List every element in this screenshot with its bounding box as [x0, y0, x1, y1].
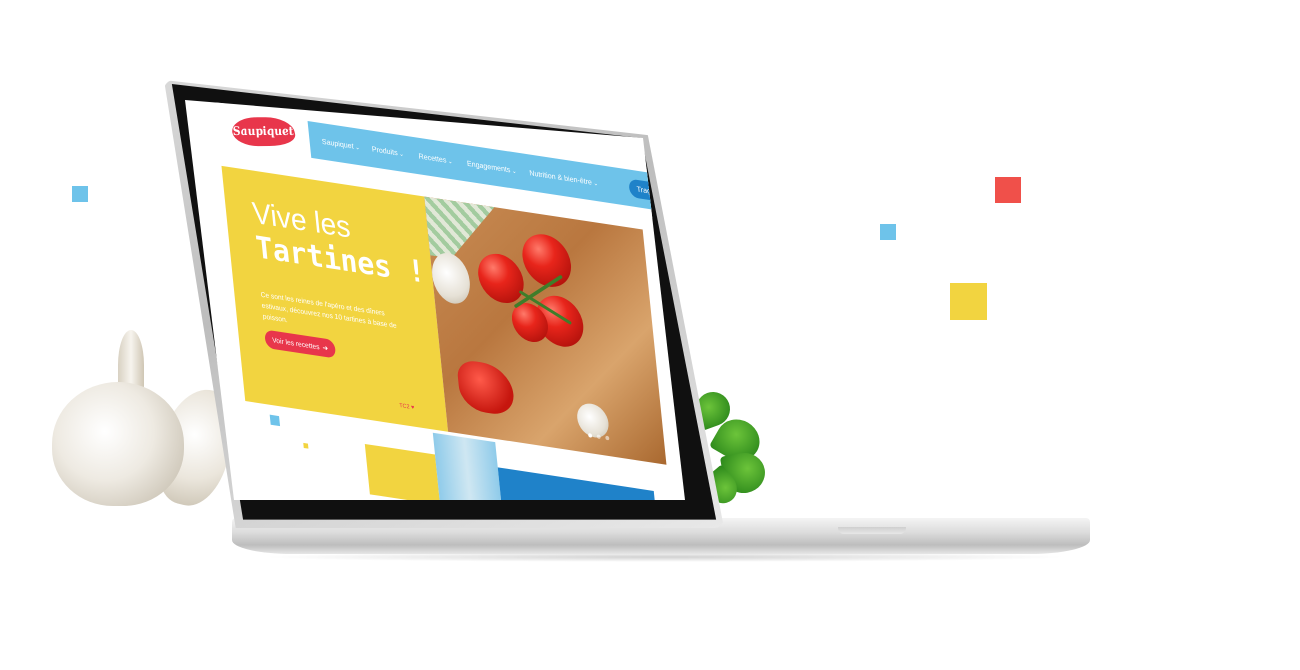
nav-item-label: Engagements — [466, 159, 511, 175]
tomato — [475, 250, 526, 307]
carousel-dot[interactable] — [605, 435, 610, 441]
carousel-dots — [587, 433, 610, 441]
arrow-right-icon: ➜ — [671, 189, 679, 199]
laptop-screen: Saupiquet Saupiquet⌄ Produits⌄ Recettes⌄… — [185, 100, 685, 500]
nav-item-engagements[interactable]: Engagements⌄ — [467, 159, 517, 175]
nav-item-saupiquet[interactable]: Saupiquet⌄ — [321, 137, 360, 151]
content-card — [432, 432, 502, 500]
decor-square-small — [269, 414, 281, 427]
decor-square-red — [995, 177, 1021, 203]
content-card — [497, 467, 659, 500]
see-recipes-label: Voir les recettes — [271, 335, 320, 352]
red-pepper — [456, 358, 516, 418]
logo-text: Saupiquet — [231, 124, 296, 139]
chevron-down-icon: ⌄ — [511, 168, 517, 175]
carousel-dot[interactable] — [587, 433, 593, 438]
hero-text-panel: Vive les Tartines ! Ce sont les reines d… — [221, 165, 449, 432]
nav-item-recettes[interactable]: Recettes⌄ — [418, 152, 453, 166]
decor-square-yellow — [950, 283, 987, 320]
site-logo[interactable]: Saupiquet — [228, 117, 298, 147]
garlic-clove — [429, 250, 473, 307]
nav-item-label: Nutrition & bien-être — [528, 168, 593, 187]
content-card — [364, 443, 441, 500]
chevron-down-icon: ⌄ — [447, 158, 453, 166]
see-recipes-button[interactable]: Voir les recettes ➜ — [264, 329, 337, 359]
hero-photo — [424, 196, 667, 465]
nav-item-label: Saupiquet — [321, 137, 354, 151]
chevron-down-icon: ⌄ — [398, 151, 405, 158]
chevron-down-icon: ⌄ — [354, 144, 361, 152]
nav-item-produits[interactable]: Produits⌄ — [371, 145, 404, 158]
nav-item-nutrition[interactable]: Nutrition & bien-être⌄ — [529, 169, 598, 188]
tomato — [519, 230, 574, 291]
arrow-right-icon: ➜ — [322, 342, 329, 353]
nav-item-label: Recettes — [418, 151, 447, 165]
carousel-dot[interactable] — [596, 434, 601, 440]
decor-square-small — [303, 442, 309, 449]
laptop-notch — [838, 527, 906, 534]
decor-square-blue-left — [72, 186, 88, 202]
decor-square-blue-right — [880, 224, 896, 240]
chevron-down-icon: ⌄ — [593, 180, 599, 188]
website: Saupiquet Saupiquet⌄ Produits⌄ Recettes⌄… — [215, 102, 685, 500]
nav-item-label: Produits — [371, 144, 399, 157]
hero-credit: TC2 ♥ — [399, 402, 415, 411]
